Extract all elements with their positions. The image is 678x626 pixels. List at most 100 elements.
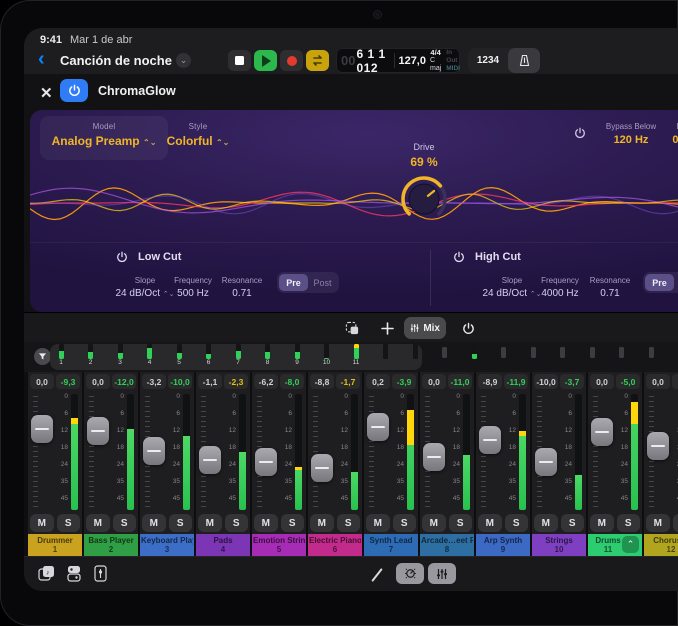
solo-button[interactable]: S <box>393 514 417 532</box>
solo-button[interactable]: S <box>673 514 678 532</box>
low-cut-post-button[interactable]: Post <box>308 274 337 291</box>
solo-button[interactable]: S <box>617 514 641 532</box>
mute-button[interactable]: M <box>30 514 54 532</box>
solo-button[interactable]: S <box>449 514 473 532</box>
track-label[interactable]: Drums 11 ⌃ <box>588 534 642 556</box>
solo-button[interactable]: S <box>57 514 81 532</box>
fader-handle[interactable] <box>143 437 165 465</box>
fader-handle[interactable] <box>199 446 221 474</box>
pan-value[interactable]: -6,2 <box>254 374 278 389</box>
low-cut-resonance-value[interactable]: 0.71 <box>207 288 277 299</box>
overview-track-meter[interactable] <box>587 342 597 358</box>
fader-handle[interactable] <box>311 454 333 482</box>
mix-view-button[interactable]: Mix <box>404 317 446 339</box>
solo-button[interactable]: S <box>561 514 585 532</box>
overview-track-meter[interactable]: 11 <box>351 342 361 366</box>
solo-button[interactable]: S <box>113 514 137 532</box>
overview-track-meter[interactable]: 6 <box>204 342 214 366</box>
overview-track-meter[interactable] <box>558 342 568 358</box>
add-track-button[interactable] <box>374 317 400 339</box>
mute-button[interactable]: M <box>590 514 614 532</box>
high-cut-pre-button[interactable]: Pre <box>645 274 674 291</box>
mute-button[interactable]: M <box>254 514 278 532</box>
pan-value[interactable]: 0,2 <box>366 374 390 389</box>
stop-button[interactable] <box>228 50 251 71</box>
pan-value[interactable]: 0,0 <box>646 374 670 389</box>
fader-handle[interactable] <box>591 418 613 446</box>
drive-knob[interactable] <box>397 172 451 226</box>
overview-track-meter[interactable]: 3 <box>115 342 125 366</box>
low-cut-pre-button[interactable]: Pre <box>279 274 308 291</box>
overview-track-meter[interactable]: 8 <box>263 342 273 366</box>
volume-value[interactable]: -1,7 <box>336 374 360 389</box>
mute-button[interactable]: M <box>422 514 446 532</box>
pan-value[interactable]: -8,9 <box>478 374 502 389</box>
solo-button[interactable]: S <box>225 514 249 532</box>
volume-value[interactable]: -12,0 <box>112 374 136 389</box>
volume-value[interactable]: -8,0 <box>280 374 304 389</box>
browser-button[interactable] <box>66 565 82 587</box>
fader-handle[interactable] <box>87 417 109 445</box>
record-button[interactable] <box>280 50 303 71</box>
mute-button[interactable]: M <box>142 514 166 532</box>
edit-pencil-icon[interactable] <box>371 568 382 582</box>
loop-browser-button[interactable]: ♪ <box>38 565 56 587</box>
mute-button[interactable]: M <box>478 514 502 532</box>
overview-track-meter[interactable] <box>617 342 627 358</box>
overview-track-meter[interactable] <box>469 342 479 359</box>
fader-handle[interactable] <box>367 413 389 441</box>
track-label[interactable]: Strings 10 <box>532 534 586 556</box>
volume-value[interactable]: -3,9 <box>392 374 416 389</box>
solo-button[interactable]: S <box>337 514 361 532</box>
collapse-plugin-chevron[interactable]: ⌃ <box>622 536 639 553</box>
pan-value[interactable]: -3,2 <box>142 374 166 389</box>
fader-handle[interactable] <box>31 415 53 443</box>
overview-track-meter[interactable] <box>528 342 538 358</box>
track-label[interactable]: Arcade…eet Pad 8 <box>420 534 474 556</box>
pan-value[interactable]: 0,0 <box>590 374 614 389</box>
mute-button[interactable]: M <box>86 514 110 532</box>
cycle-button[interactable] <box>306 50 329 71</box>
track-label[interactable]: Bass Player 2 <box>84 534 138 556</box>
play-button[interactable] <box>254 50 277 71</box>
mute-button[interactable]: M <box>310 514 334 532</box>
channel-power-button[interactable] <box>454 317 482 339</box>
overview-track-meter[interactable] <box>499 342 509 358</box>
fader-handle[interactable] <box>479 426 501 454</box>
volume-value[interactable]: -11,0 <box>448 374 472 389</box>
overview-track-meter[interactable]: 2 <box>86 342 96 366</box>
overview-track-meter[interactable] <box>440 342 450 358</box>
volume-value[interactable]: -11,9 <box>504 374 528 389</box>
mute-button[interactable]: M <box>646 514 670 532</box>
mute-button[interactable]: M <box>534 514 558 532</box>
high-cut-resonance-value[interactable]: 0.71 <box>575 288 645 299</box>
fader-handle[interactable] <box>535 448 557 476</box>
track-label[interactable]: Synth Lead 7 <box>364 534 418 556</box>
solo-button[interactable]: S <box>169 514 193 532</box>
volume-value[interactable]: -3,7 <box>560 374 584 389</box>
track-label[interactable]: Keyboard Player 3 <box>140 534 194 556</box>
solo-button[interactable]: S <box>281 514 305 532</box>
volume-value[interactable]: -10,0 <box>168 374 192 389</box>
mute-button[interactable]: M <box>366 514 390 532</box>
overview-track-meter[interactable]: 5 <box>174 342 184 366</box>
style-selector[interactable]: Style Colorful ⌃⌄ <box>140 122 256 148</box>
fader-handle[interactable] <box>423 443 445 471</box>
multiselect-button[interactable] <box>338 317 366 339</box>
track-label[interactable]: Emotion Strings 5 <box>252 534 306 556</box>
bypass-below-value[interactable]: 120 Hz <box>596 134 666 146</box>
metronome-button[interactable] <box>508 48 540 73</box>
overview-track-meter[interactable]: 9 <box>292 342 302 366</box>
volume-value[interactable]: -2,3 <box>224 374 248 389</box>
overview-track-meter[interactable]: 7 <box>233 342 243 366</box>
overview-track-meter[interactable]: 1 <box>56 342 66 366</box>
song-menu-chevron-icon[interactable]: ⌄ <box>176 53 191 68</box>
back-button[interactable]: ‹ <box>38 50 54 70</box>
filter-button[interactable] <box>34 348 51 365</box>
song-title[interactable]: Canción de noche <box>60 53 172 68</box>
fader-handle[interactable] <box>647 432 669 460</box>
overview-track-meter[interactable]: 4 <box>145 342 155 366</box>
pan-value[interactable]: 0,0 <box>86 374 110 389</box>
high-cut-post-button[interactable]: Post <box>674 274 678 291</box>
pan-value[interactable]: 0,0 <box>30 374 54 389</box>
